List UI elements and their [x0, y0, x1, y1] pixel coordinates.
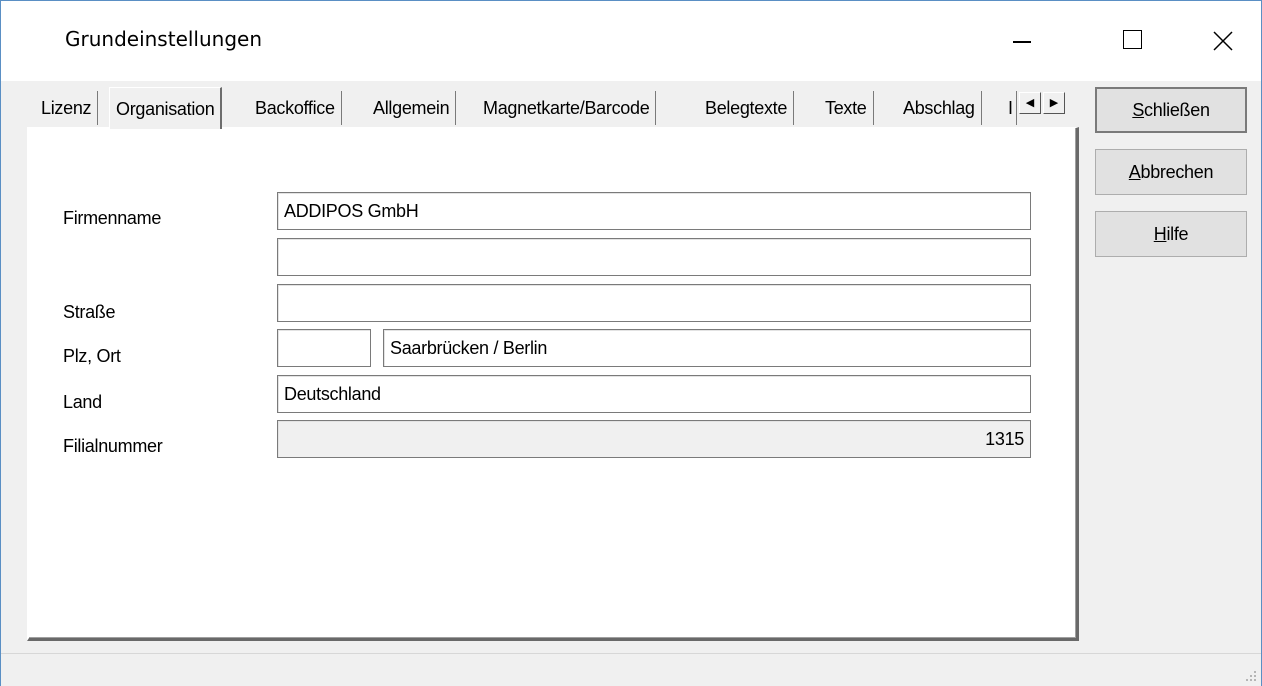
- arrow-right-icon: ▶: [1049, 97, 1059, 109]
- firmenname-label: Firmenname: [63, 208, 162, 228]
- title-bar: Grundeinstellungen: [1, 1, 1261, 81]
- maximize-icon: [1123, 30, 1142, 49]
- plz-field[interactable]: [277, 329, 371, 367]
- tab-magnetkarte-barcode[interactable]: Magnetkarte/Barcode: [477, 91, 657, 125]
- firmenname2-field[interactable]: [277, 238, 1031, 276]
- abbrechen-label: bbrechen: [1140, 162, 1214, 182]
- land-label: Land: [63, 392, 102, 412]
- tab-allgemein[interactable]: Allgemein: [367, 91, 457, 125]
- tab-organisation[interactable]: Organisation: [109, 87, 223, 129]
- schliessen-button[interactable]: Schließen: [1095, 87, 1247, 133]
- schliessen-label: chließen: [1144, 100, 1210, 120]
- filialnummer-field[interactable]: 1315: [277, 420, 1031, 458]
- tab-texte[interactable]: Texte: [819, 91, 874, 125]
- land-field[interactable]: Deutschland: [277, 375, 1031, 413]
- window-title: Grundeinstellungen: [65, 27, 263, 51]
- tab-backoffice[interactable]: Backoffice: [249, 91, 342, 125]
- hilfe-label: ilfe: [1166, 224, 1189, 244]
- firmenname-field[interactable]: ADDIPOS GmbH: [277, 192, 1031, 230]
- hilfe-accel: H: [1153, 224, 1167, 244]
- status-bar: [1, 653, 1261, 686]
- tab-panel-organisation: Firmenname ADDIPOS GmbH Straße Plz, Ort …: [27, 127, 1079, 641]
- close-button[interactable]: [1173, 1, 1261, 81]
- tab-belegtexte[interactable]: Belegtexte: [699, 91, 795, 125]
- schliessen-accel: S: [1132, 100, 1145, 120]
- close-icon: [1213, 31, 1233, 51]
- resize-grip-icon[interactable]: [1245, 670, 1257, 682]
- strasse-field[interactable]: [277, 284, 1031, 322]
- tab-abschlag[interactable]: Abschlag: [897, 91, 982, 125]
- filialnummer-label: Filialnummer: [63, 436, 163, 456]
- ort-field[interactable]: Saarbrücken / Berlin: [383, 329, 1031, 367]
- minimize-icon: [1013, 41, 1031, 43]
- abbrechen-accel: A: [1128, 162, 1141, 182]
- tab-scroll-right-button[interactable]: ▶: [1043, 92, 1065, 114]
- tab-lizenz[interactable]: Lizenz: [35, 91, 99, 125]
- strasse-label: Straße: [63, 302, 116, 322]
- arrow-left-icon: ◀: [1025, 97, 1035, 109]
- abbrechen-button[interactable]: Abbrechen: [1095, 149, 1247, 195]
- maximize-button[interactable]: [1089, 1, 1177, 81]
- tab-scroll-left-button[interactable]: ◀: [1019, 92, 1041, 114]
- tab-overflow[interactable]: I: [1005, 91, 1017, 125]
- plz-ort-label: Plz, Ort: [63, 346, 121, 366]
- hilfe-button[interactable]: Hilfe: [1095, 211, 1247, 257]
- settings-window: Grundeinstellungen Lizenz Organisation B…: [0, 0, 1262, 686]
- tab-strip: Lizenz Organisation Backoffice Allgemein…: [31, 87, 1081, 129]
- minimize-button[interactable]: [981, 1, 1069, 81]
